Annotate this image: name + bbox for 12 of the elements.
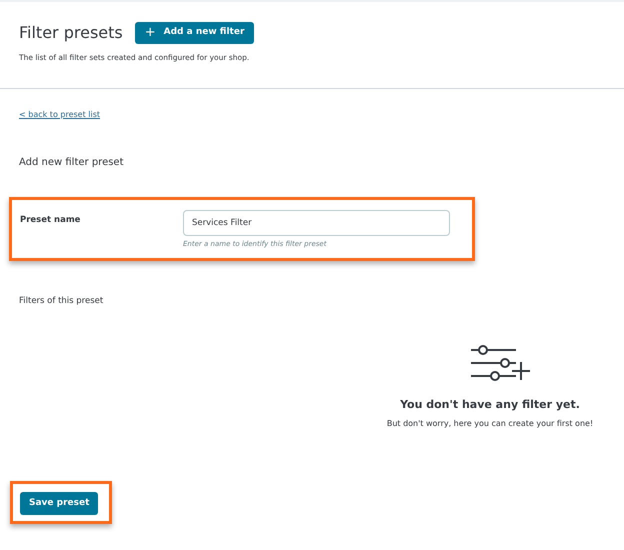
back-link[interactable]: < back to preset list <box>19 110 100 119</box>
add-filter-button[interactable]: + Add a new filter <box>134 22 254 44</box>
plus-icon: + <box>144 26 156 40</box>
section-title: Filters of this preset <box>19 294 104 308</box>
page-title: Filter presets <box>19 23 123 42</box>
empty-state-text: But don't worry, here you can create your first one! <box>386 418 594 430</box>
save-preset-button[interactable]: Save preset <box>20 492 98 516</box>
empty-state-title: You don't have any filter yet. <box>400 397 580 414</box>
sliders-add-icon <box>469 345 531 384</box>
preset-name-field[interactable]: Services Filter <box>183 210 450 236</box>
field-label: Preset name <box>20 214 82 226</box>
form-title: Add new filter preset <box>19 156 125 170</box>
